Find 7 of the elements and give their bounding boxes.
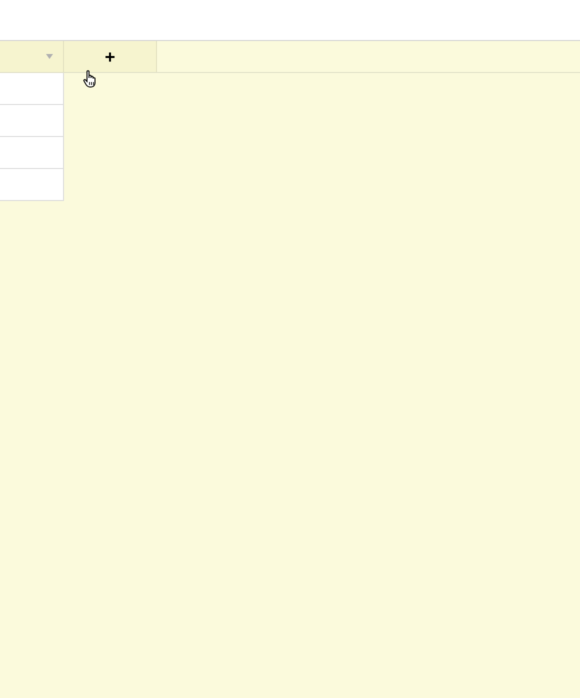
caret-icon bbox=[46, 54, 53, 59]
table-cell[interactable] bbox=[0, 105, 64, 137]
table-cell[interactable] bbox=[0, 73, 64, 105]
column-header[interactable] bbox=[0, 41, 64, 72]
table-cell[interactable] bbox=[0, 169, 64, 201]
hand-cursor-icon bbox=[83, 70, 98, 88]
table-cell[interactable] bbox=[0, 137, 64, 169]
